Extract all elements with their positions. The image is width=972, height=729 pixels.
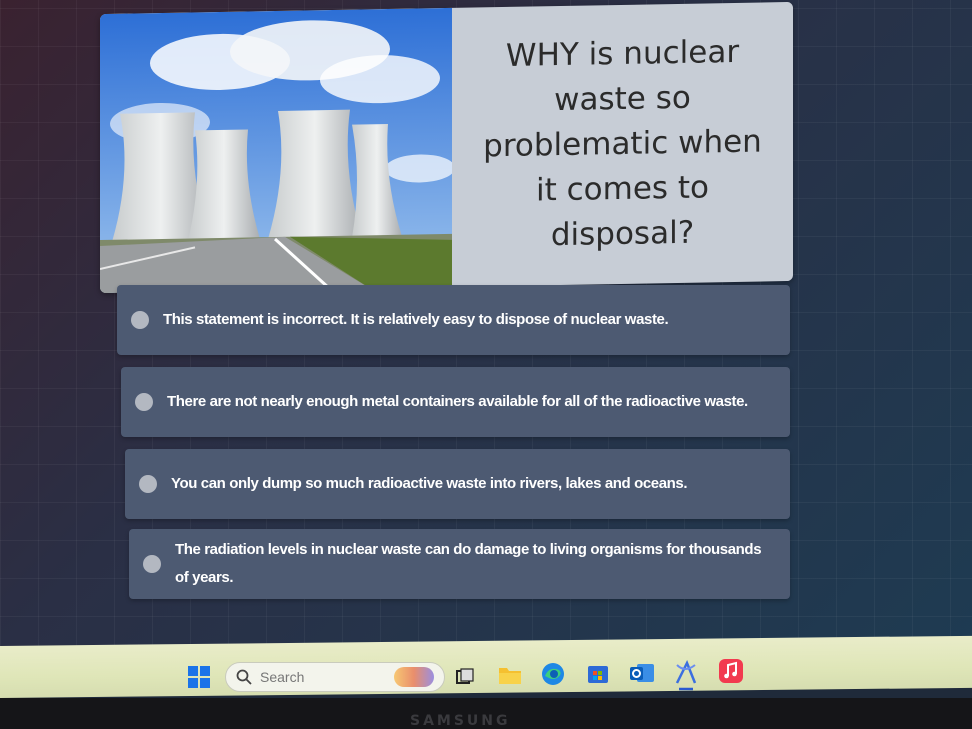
answer-option-3[interactable]: You can only dump so much radioactive wa… [125,449,790,519]
radio-button[interactable] [139,475,157,493]
search-highlight-icon [394,667,434,687]
radio-button[interactable] [131,311,149,329]
search-placeholder: Search [260,669,305,685]
radio-button[interactable] [143,555,161,573]
answer-label: There are not nearly enough metal contai… [167,393,748,410]
question-card: WHY is nuclear waste so problematic when… [100,1,793,294]
answer-option-2[interactable]: There are not nearly enough metal contai… [121,367,790,437]
taskbar-search-input[interactable]: Search [225,662,445,692]
answer-label: The radiation levels in nuclear waste ca… [175,541,762,586]
monitor-screen: WHY is nuclear waste so problematic when… [0,0,972,655]
radio-button[interactable] [135,393,153,411]
answer-label: You can only dump so much radioactive wa… [171,475,688,492]
taskbar [0,635,972,698]
microsoft-store-icon[interactable] [585,660,611,686]
cooling-towers-image [100,7,452,294]
outlook-icon[interactable] [628,660,656,686]
answer-option-1[interactable]: This statement is incorrect. It is relat… [117,285,790,355]
monitor-brand-logo: SAMSUNG [410,713,511,729]
task-view-icon[interactable] [455,667,475,687]
math-app-icon[interactable] [672,658,700,692]
answer-label: This statement is incorrect. It is relat… [163,311,669,328]
file-explorer-icon[interactable] [497,662,523,688]
answer-option-4[interactable]: The radiation levels in nuclear waste ca… [129,529,790,599]
music-app-icon[interactable] [718,658,744,684]
edge-browser-icon[interactable] [539,660,567,688]
search-icon [236,669,252,685]
windows-start-icon[interactable] [187,665,211,689]
question-text: WHY is nuclear waste so problematic when… [483,33,762,254]
